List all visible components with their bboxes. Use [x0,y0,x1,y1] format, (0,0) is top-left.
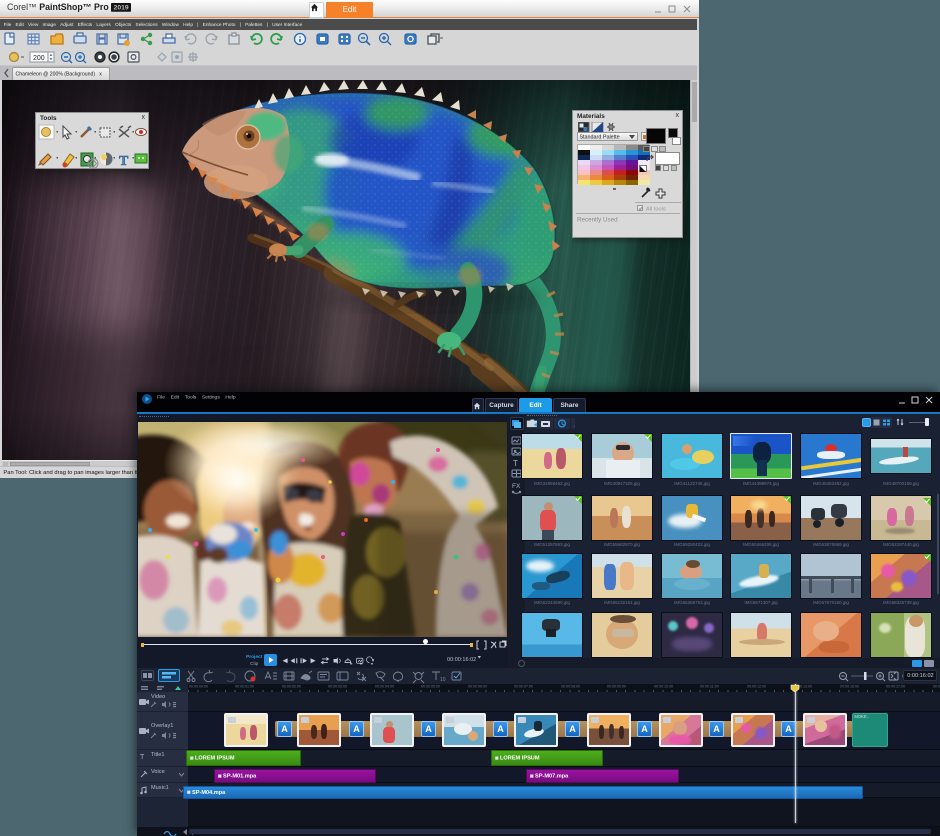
svg-text:200: 200 [33,55,45,62]
svg-text:T: T [513,459,518,468]
svg-text:FX: FX [512,483,521,490]
svg-text:T: T [119,154,129,168]
svg-text:10: 10 [440,677,446,683]
